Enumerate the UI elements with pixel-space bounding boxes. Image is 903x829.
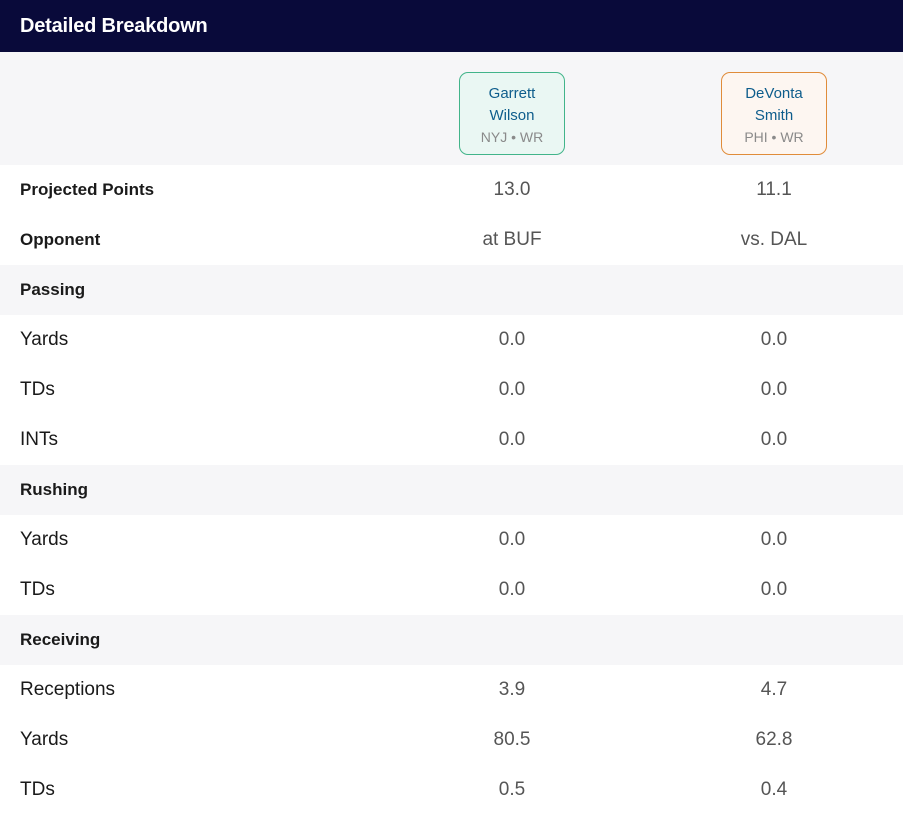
player-header-row: Garrett Wilson NYJ • WR DeVonta Smith PH… <box>0 52 903 165</box>
player2-value: 0.0 <box>760 579 788 600</box>
player2-value: 62.8 <box>755 729 793 750</box>
player2-value: vs. DAL <box>740 229 808 250</box>
row-label: Yards <box>20 529 69 550</box>
row-rushing-yards: Yards 0.0 0.0 <box>0 515 903 565</box>
player1-value: 3.9 <box>498 679 526 700</box>
row-receptions: Receptions 3.9 4.7 <box>0 665 903 715</box>
row-label: TDs <box>20 379 55 400</box>
row-passing-tds: TDs 0.0 0.0 <box>0 365 903 415</box>
player2-value: 0.0 <box>760 379 788 400</box>
row-label: Yards <box>20 729 69 750</box>
page-title: Detailed Breakdown <box>20 14 208 37</box>
player1-value: 0.0 <box>498 429 526 450</box>
section-label: Receiving <box>20 630 101 649</box>
player-team-position: NYJ • WR <box>480 129 544 145</box>
player-first-name: Garrett <box>488 85 536 102</box>
row-label: Projected Points <box>20 180 155 199</box>
player2-value: 0.4 <box>760 779 788 800</box>
player-last-name: Smith <box>754 107 794 124</box>
player2-value: 0.0 <box>760 529 788 550</box>
section-header-passing: Passing <box>0 265 903 315</box>
row-label: TDs <box>20 579 55 600</box>
section-label: Rushing <box>20 480 88 499</box>
row-label: Yards <box>20 329 69 350</box>
row-projected-points: Projected Points 13.0 11.1 <box>0 165 903 215</box>
player-last-name: Wilson <box>489 107 535 124</box>
breakdown-table: Projected Points 13.0 11.1 Opponent at B… <box>0 165 903 815</box>
row-receiving-yards: Yards 80.5 62.8 <box>0 715 903 765</box>
player1-value: 80.5 <box>493 729 531 750</box>
player-first-name: DeVonta <box>745 85 803 102</box>
player1-value: 0.5 <box>498 779 526 800</box>
row-rushing-tds: TDs 0.0 0.0 <box>0 565 903 615</box>
player-card-devonta-smith[interactable]: DeVonta Smith PHI • WR <box>721 72 827 155</box>
row-label: INTs <box>20 429 58 450</box>
row-receiving-tds: TDs 0.5 0.4 <box>0 765 903 815</box>
section-label: Passing <box>20 280 86 299</box>
row-passing-ints: INTs 0.0 0.0 <box>0 415 903 465</box>
player2-value: 4.7 <box>760 679 788 700</box>
player-team-position: PHI • WR <box>744 129 804 145</box>
row-label: Opponent <box>20 230 101 249</box>
section-header-receiving: Receiving <box>0 615 903 665</box>
row-opponent: Opponent at BUF vs. DAL <box>0 215 903 265</box>
row-passing-yards: Yards 0.0 0.0 <box>0 315 903 365</box>
header-bar: Detailed Breakdown <box>0 0 903 52</box>
row-label: Receptions <box>20 679 116 700</box>
player1-value: 0.0 <box>498 329 526 350</box>
row-label: TDs <box>20 779 55 800</box>
player2-value: 11.1 <box>756 179 792 200</box>
player1-value: 0.0 <box>498 579 526 600</box>
player2-value: 0.0 <box>760 329 788 350</box>
player1-value: at BUF <box>482 229 542 250</box>
section-header-rushing: Rushing <box>0 465 903 515</box>
player1-value: 0.0 <box>498 529 526 550</box>
player1-value: 13.0 <box>493 179 531 200</box>
player2-value: 0.0 <box>760 429 788 450</box>
player-card-garrett-wilson[interactable]: Garrett Wilson NYJ • WR <box>459 72 565 155</box>
player1-value: 0.0 <box>498 379 526 400</box>
